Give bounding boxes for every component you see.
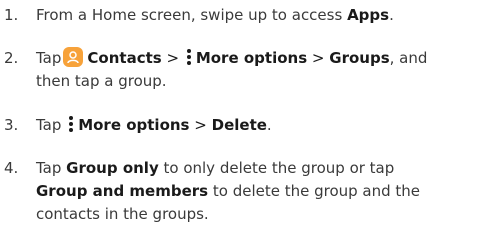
step-text-part: , and bbox=[389, 49, 428, 67]
step-text: Group and members to delete the group an… bbox=[36, 180, 420, 203]
step-text: then tap a group. bbox=[36, 72, 167, 90]
apps-label: Apps bbox=[347, 6, 390, 24]
step-text: From a Home screen, swipe up to access A… bbox=[36, 4, 394, 27]
more-options-label: More options bbox=[195, 49, 308, 67]
step-text: Tap Contacts > More options > Groups, and bbox=[36, 47, 427, 70]
step-text-part: . bbox=[389, 6, 394, 24]
separator: > bbox=[311, 49, 325, 67]
vertical-ellipsis-icon bbox=[186, 48, 192, 66]
delete-label: Delete bbox=[211, 116, 267, 134]
step-text: contacts in the groups. bbox=[36, 205, 209, 223]
step-number: 2. bbox=[4, 49, 19, 67]
step-text-part: Tap bbox=[36, 159, 67, 177]
step-text: Tap More options > Delete. bbox=[36, 114, 272, 137]
step-text-part: . bbox=[266, 116, 272, 134]
step-text-part: to delete the group and the bbox=[208, 182, 421, 200]
contacts-label: Contacts bbox=[87, 49, 162, 67]
separator: > bbox=[166, 49, 180, 67]
step-text-part: Tap bbox=[36, 49, 62, 67]
step-number: 1. bbox=[4, 6, 19, 24]
group-only-label: Group only bbox=[66, 159, 159, 177]
step-number: 4. bbox=[4, 159, 19, 177]
instruction-steps: 1. From a Home screen, swipe up to acces… bbox=[0, 0, 498, 247]
step-text-part: Tap bbox=[36, 116, 62, 134]
step-text-part: From a Home screen, swipe up to access bbox=[36, 6, 348, 24]
vertical-ellipsis-icon bbox=[68, 115, 74, 133]
group-and-members-label: Group and members bbox=[36, 182, 209, 200]
more-options-label: More options bbox=[78, 116, 190, 134]
contacts-app-icon bbox=[63, 47, 84, 67]
step-number: 3. bbox=[4, 116, 19, 134]
separator: > bbox=[194, 116, 207, 134]
groups-label: Groups bbox=[329, 49, 390, 67]
step-text-part: to only delete the group or tap bbox=[158, 159, 395, 177]
step-text: Tap Group only to only delete the group … bbox=[36, 157, 394, 180]
